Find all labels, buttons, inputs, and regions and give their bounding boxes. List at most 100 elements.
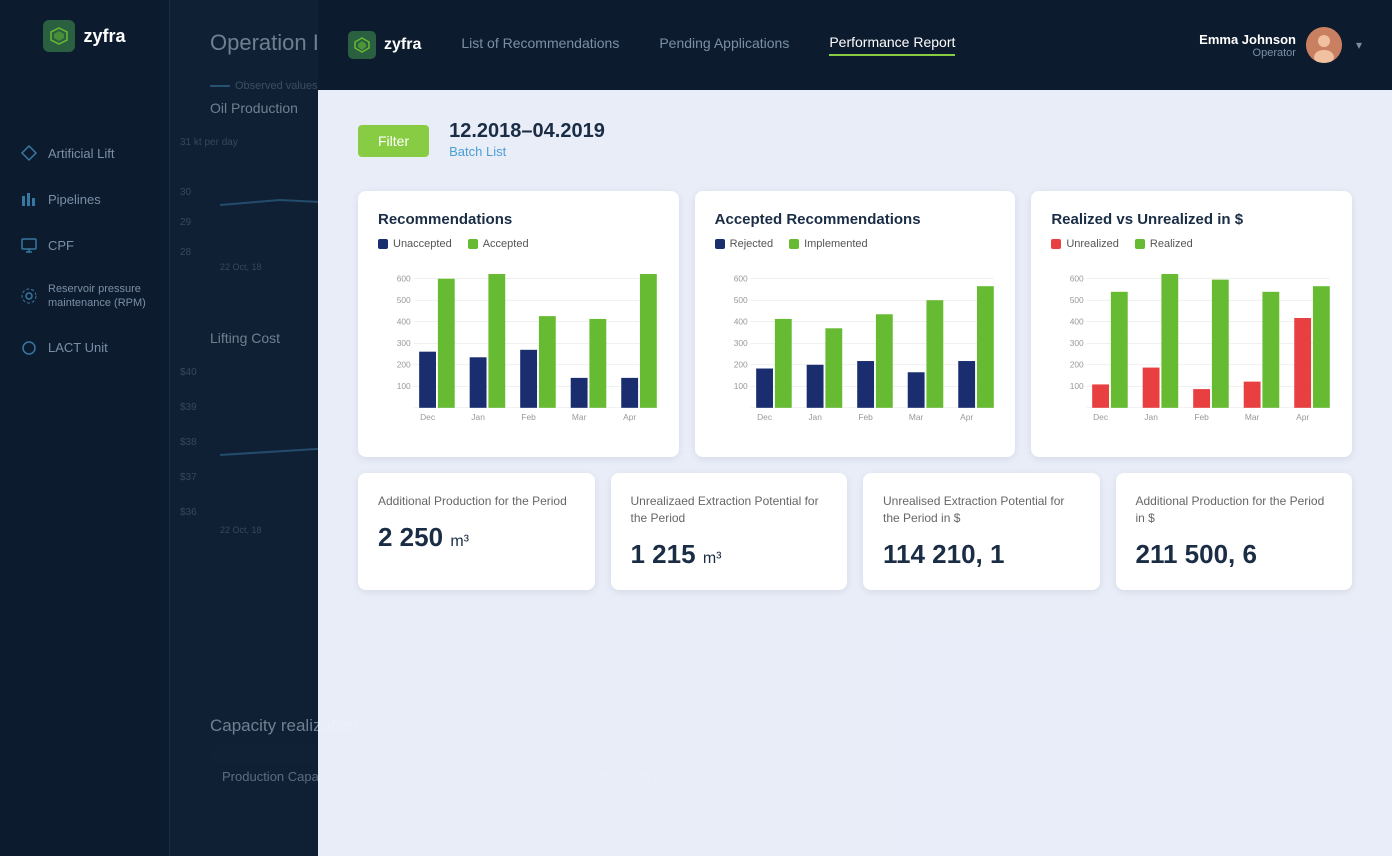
legend-unrealized: Unrealized bbox=[1051, 238, 1119, 250]
sidebar-logo: zyfra bbox=[43, 20, 125, 52]
svg-text:300: 300 bbox=[733, 338, 747, 348]
svg-text:300: 300 bbox=[397, 338, 411, 348]
svg-text:30: 30 bbox=[180, 187, 192, 198]
recommendations-chart-card: Recommendations Unaccepted Accepted 600 … bbox=[358, 191, 679, 457]
svg-text:400: 400 bbox=[1070, 317, 1084, 327]
svg-text:Dec: Dec bbox=[1093, 412, 1108, 422]
svg-text:Jan: Jan bbox=[808, 412, 822, 422]
date-range-group: 12.2018–04.2019 Batch List bbox=[449, 120, 605, 161]
nav-user-name: Emma Johnson bbox=[1199, 32, 1296, 47]
stat-card-additional-production: Additional Production for the Period 2 2… bbox=[358, 473, 595, 590]
svg-text:Apr: Apr bbox=[960, 412, 973, 422]
nav-logo-text: zyfra bbox=[384, 36, 421, 54]
legend-label-accepted: Accepted bbox=[483, 238, 529, 250]
legend-label-unrealized: Unrealized bbox=[1066, 238, 1119, 250]
batch-list-link[interactable]: Batch List bbox=[449, 144, 506, 159]
svg-text:100: 100 bbox=[733, 381, 747, 391]
svg-text:600: 600 bbox=[1070, 274, 1084, 284]
chart-bar-icon bbox=[20, 190, 38, 208]
svg-text:$39: $39 bbox=[180, 402, 197, 413]
settings-icon bbox=[20, 287, 38, 305]
svg-text:Dec: Dec bbox=[757, 412, 772, 422]
stat-value-additional-production: 2 250 m³ bbox=[378, 522, 575, 553]
svg-text:500: 500 bbox=[1070, 295, 1084, 305]
svg-text:100: 100 bbox=[1070, 381, 1084, 391]
stats-grid: Additional Production for the Period 2 2… bbox=[358, 473, 1352, 590]
svg-text:Feb: Feb bbox=[1195, 412, 1210, 422]
legend-label-unaccepted: Unaccepted bbox=[393, 238, 452, 250]
sidebar-item-label: LACT Unit bbox=[48, 340, 108, 355]
svg-text:22 Oct, 18: 22 Oct, 18 bbox=[220, 262, 262, 272]
chart-legend-realized: Unrealized Realized bbox=[1051, 238, 1332, 250]
legend-realized: Realized bbox=[1135, 238, 1193, 250]
svg-text:600: 600 bbox=[733, 274, 747, 284]
sidebar-item-artificial-lift[interactable]: Artificial Lift bbox=[0, 132, 169, 174]
performance-report-modal: zyfra List of Recommendations Pending Ap… bbox=[318, 0, 1392, 856]
svg-text:29: 29 bbox=[180, 217, 192, 228]
stat-label-additional-production: Additional Production for the Period bbox=[378, 493, 575, 510]
svg-text:Jan: Jan bbox=[471, 412, 485, 422]
bg-lifting-cost-title: Lifting Cost bbox=[210, 330, 280, 346]
diamond-icon bbox=[20, 144, 38, 162]
stat-card-additional-dollar: Additional Production for the Period in … bbox=[1116, 473, 1353, 590]
nav-link-recommendations[interactable]: List of Recommendations bbox=[461, 35, 619, 55]
svg-text:100: 100 bbox=[397, 381, 411, 391]
svg-text:200: 200 bbox=[1070, 360, 1084, 370]
realized-unrealized-bar-chart: 600 500 400 300 200 100 bbox=[1051, 262, 1332, 432]
legend-implemented: Implemented bbox=[789, 238, 868, 250]
svg-text:22 Oct, 18: 22 Oct, 18 bbox=[220, 525, 262, 535]
svg-text:Mar: Mar bbox=[572, 412, 587, 422]
realized-dot bbox=[1135, 239, 1145, 249]
nav-link-pending[interactable]: Pending Applications bbox=[659, 35, 789, 55]
svg-text:Jan: Jan bbox=[1145, 412, 1159, 422]
sidebar-item-label: CPF bbox=[48, 238, 74, 253]
monitor-icon bbox=[20, 236, 38, 254]
unaccepted-dot bbox=[378, 239, 388, 249]
svg-text:500: 500 bbox=[397, 295, 411, 305]
sidebar-menu: Artificial Lift Pipelines CPF Reservoir … bbox=[0, 132, 169, 369]
svg-text:$37: $37 bbox=[180, 472, 197, 483]
recommendations-bar-chart: 600 500 400 300 200 100 bbox=[378, 262, 659, 432]
legend-rejected: Rejected bbox=[715, 238, 773, 250]
filter-bar: Filter 12.2018–04.2019 Batch List bbox=[358, 120, 1352, 161]
nav-link-performance[interactable]: Performance Report bbox=[829, 34, 955, 56]
chart-legend-accepted: Rejected Implemented bbox=[715, 238, 996, 250]
accepted-recommendations-chart-card: Accepted Recommendations Rejected Implem… bbox=[695, 191, 1016, 457]
stat-label-unrealized-extraction: Unrealizaed Extraction Potential for the… bbox=[631, 493, 828, 527]
svg-text:Mar: Mar bbox=[1245, 412, 1260, 422]
rejected-dot bbox=[715, 239, 725, 249]
nav-links: List of Recommendations Pending Applicat… bbox=[461, 34, 1199, 56]
date-range: 12.2018–04.2019 bbox=[449, 120, 605, 143]
svg-text:400: 400 bbox=[733, 317, 747, 327]
chart-legend-recommendations: Unaccepted Accepted bbox=[378, 238, 659, 250]
svg-text:Apr: Apr bbox=[1296, 412, 1309, 422]
sidebar-item-pipelines[interactable]: Pipelines bbox=[0, 178, 169, 220]
stat-label-additional-dollar: Additional Production for the Period in … bbox=[1136, 493, 1333, 527]
svg-text:$40: $40 bbox=[180, 367, 197, 378]
sidebar-item-lact[interactable]: LACT Unit bbox=[0, 327, 169, 369]
accepted-recommendations-bar-chart: 600 500 400 300 200 100 bbox=[715, 262, 996, 432]
filter-button[interactable]: Filter bbox=[358, 125, 429, 157]
legend-label-realized: Realized bbox=[1150, 238, 1193, 250]
svg-text:$38: $38 bbox=[180, 437, 197, 448]
svg-text:200: 200 bbox=[733, 360, 747, 370]
sidebar: zyfra Artificial Lift Pipelines CPF bbox=[0, 0, 170, 856]
sidebar-item-rpm[interactable]: Reservoir pressure maintenance (RPM) bbox=[0, 270, 169, 323]
stat-value-unrealized-extraction: 1 215 m³ bbox=[631, 539, 828, 570]
sidebar-logo-icon bbox=[43, 20, 75, 52]
sidebar-item-label: Reservoir pressure maintenance (RPM) bbox=[48, 282, 149, 311]
realized-unrealized-chart-card: Realized vs Unrealized in $ Unrealized R… bbox=[1031, 191, 1352, 457]
svg-text:$36: $36 bbox=[180, 507, 197, 518]
svg-text:Mar: Mar bbox=[909, 412, 924, 422]
sidebar-item-cpf[interactable]: CPF bbox=[0, 224, 169, 266]
nav-user-info: Emma Johnson Operator bbox=[1199, 32, 1296, 59]
svg-text:400: 400 bbox=[397, 317, 411, 327]
svg-text:Dec: Dec bbox=[420, 412, 435, 422]
svg-text:300: 300 bbox=[1070, 338, 1084, 348]
chevron-down-icon: ▾ bbox=[1356, 38, 1362, 52]
nav-logo: zyfra bbox=[348, 31, 421, 59]
implemented-dot bbox=[789, 239, 799, 249]
svg-text:600: 600 bbox=[397, 274, 411, 284]
svg-text:31 kt per day: 31 kt per day bbox=[180, 137, 238, 148]
nav-logo-icon bbox=[348, 31, 376, 59]
